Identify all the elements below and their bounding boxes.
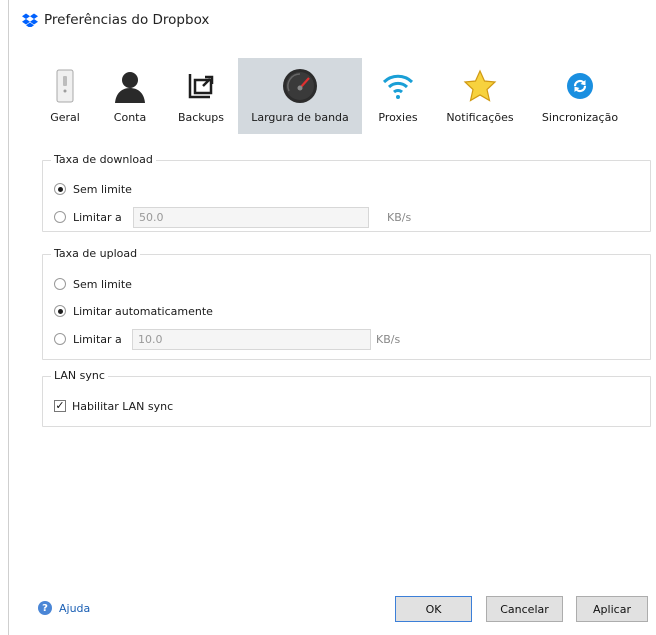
lan-sync-label: Habilitar LAN sync <box>72 399 174 413</box>
upload-unlimited-option[interactable]: Sem limite <box>54 275 132 293</box>
upload-limit-label: Limitar a <box>73 332 122 346</box>
apply-button[interactable]: Aplicar <box>576 596 648 622</box>
download-unlimited-label: Sem limite <box>73 182 132 196</box>
download-rate-group: Taxa de download Sem limite Limitar a 50… <box>42 153 651 232</box>
person-icon <box>110 66 150 106</box>
wifi-icon <box>378 66 418 106</box>
star-icon <box>460 66 500 106</box>
upload-auto-radio[interactable] <box>54 305 66 317</box>
download-unit: KB/s <box>387 211 412 224</box>
sync-icon <box>560 66 600 106</box>
download-limit-radio[interactable] <box>54 211 66 223</box>
tab-geral[interactable]: Geral <box>40 58 90 134</box>
backup-icon <box>181 66 221 106</box>
tab-label: Largura de banda <box>251 111 349 124</box>
ok-button[interactable]: OK <box>395 596 472 622</box>
lan-sync-group: LAN sync ✓ Habilitar LAN sync <box>42 369 651 427</box>
title-bar: Preferências do Dropbox <box>22 9 209 31</box>
upload-unit: KB/s <box>376 333 401 346</box>
cancel-button[interactable]: Cancelar <box>486 596 563 622</box>
tab-label: Notificações <box>446 111 514 124</box>
upload-auto-option[interactable]: Limitar automaticamente <box>54 302 213 320</box>
tab-label: Conta <box>113 111 147 124</box>
tab-label: Sincronização <box>541 111 619 124</box>
help-icon: ? <box>38 601 52 615</box>
upload-auto-label: Limitar automaticamente <box>73 304 213 318</box>
help-link-area[interactable]: ? Ajuda <box>38 601 90 615</box>
upload-limit-option[interactable]: Limitar a <box>54 330 122 348</box>
download-unlimited-radio[interactable] <box>54 183 66 195</box>
lan-sync-option[interactable]: ✓ Habilitar LAN sync <box>54 397 173 415</box>
tab-sincronizacao[interactable]: Sincronização <box>534 58 626 134</box>
tab-notificacoes[interactable]: Notificações <box>438 58 522 134</box>
switch-icon <box>45 66 85 106</box>
download-rate-legend: Taxa de download <box>51 153 156 166</box>
lan-sync-checkbox[interactable]: ✓ <box>54 400 66 412</box>
upload-rate-group: Taxa de upload Sem limite Limitar automa… <box>42 247 651 360</box>
tab-backups[interactable]: Backups <box>168 58 234 134</box>
upload-limit-radio[interactable] <box>54 333 66 345</box>
tab-label: Geral <box>50 111 80 124</box>
tab-conta[interactable]: Conta <box>98 58 162 134</box>
upload-unlimited-label: Sem limite <box>73 277 132 291</box>
tab-label: Proxies <box>378 111 418 124</box>
lan-sync-legend: LAN sync <box>51 369 108 382</box>
tab-label: Backups <box>177 111 225 124</box>
window-title: Preferências do Dropbox <box>44 12 210 28</box>
window-left-border <box>8 0 9 635</box>
upload-rate-legend: Taxa de upload <box>51 247 141 260</box>
upload-limit-input[interactable]: 10.0 <box>132 329 371 350</box>
tab-largura-de-banda[interactable]: Largura de banda <box>238 58 362 134</box>
tab-proxies[interactable]: Proxies <box>368 58 428 134</box>
speedometer-icon <box>280 66 320 106</box>
download-limit-input[interactable]: 50.0 <box>133 207 369 228</box>
download-limit-label: Limitar a <box>73 210 122 224</box>
dropbox-logo-icon <box>22 13 38 27</box>
help-link[interactable]: Ajuda <box>59 602 90 615</box>
download-limit-option[interactable]: Limitar a <box>54 208 122 226</box>
upload-unlimited-radio[interactable] <box>54 278 66 290</box>
download-unlimited-option[interactable]: Sem limite <box>54 180 132 198</box>
